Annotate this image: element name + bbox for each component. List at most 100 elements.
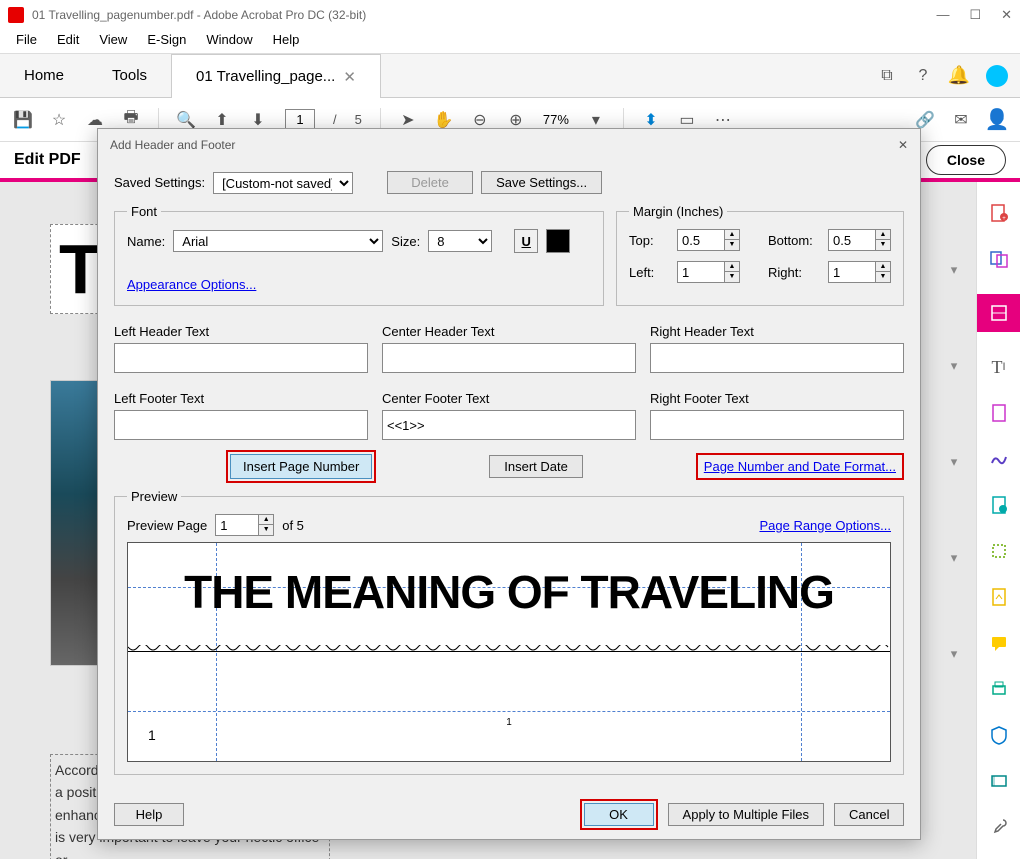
- zoom-level[interactable]: 77%: [543, 112, 569, 127]
- spin-up-icon[interactable]: ▲: [725, 262, 739, 272]
- center-header-input[interactable]: [382, 343, 636, 373]
- up-arrow-icon[interactable]: ⬆: [213, 111, 231, 129]
- right-header-input[interactable]: [650, 343, 904, 373]
- margin-bottom-input[interactable]: [828, 229, 876, 251]
- menu-help[interactable]: Help: [263, 30, 310, 53]
- delete-button[interactable]: Delete: [387, 171, 473, 194]
- user-avatar[interactable]: [986, 65, 1008, 87]
- media-icon[interactable]: [988, 770, 1010, 792]
- mail-icon[interactable]: ✉: [952, 111, 970, 129]
- help-button[interactable]: Help: [114, 803, 184, 826]
- more-tools-icon[interactable]: [988, 816, 1010, 838]
- down-arrow-icon[interactable]: ⬇: [249, 111, 267, 129]
- text-tool-icon[interactable]: TI: [988, 356, 1010, 378]
- spin-up-icon[interactable]: ▲: [876, 230, 890, 240]
- search-icon[interactable]: 🔍: [177, 111, 195, 129]
- left-header-input[interactable]: [114, 343, 368, 373]
- star-icon[interactable]: ☆: [50, 111, 68, 129]
- font-name-select[interactable]: Arial: [173, 230, 383, 252]
- font-color-button[interactable]: [546, 229, 570, 253]
- spin-up-icon[interactable]: ▲: [259, 515, 273, 525]
- zoom-out-icon[interactable]: ⊖: [471, 111, 489, 129]
- spin-up-icon[interactable]: ▲: [876, 262, 890, 272]
- preview-page-input[interactable]: [215, 514, 259, 536]
- screen-icon[interactable]: ⧉: [878, 67, 896, 85]
- insert-date-button[interactable]: Insert Date: [489, 455, 583, 478]
- menu-view[interactable]: View: [89, 30, 137, 53]
- more-icon[interactable]: ⋯: [714, 111, 732, 129]
- spin-down-icon[interactable]: ▼: [876, 240, 890, 250]
- profile-icon[interactable]: 👤: [988, 111, 1006, 129]
- minimize-icon[interactable]: —: [936, 7, 949, 23]
- sign-icon[interactable]: [988, 448, 1010, 470]
- right-header-label: Right Header Text: [650, 324, 904, 339]
- spin-down-icon[interactable]: ▼: [259, 525, 273, 535]
- spin-down-icon[interactable]: ▼: [876, 272, 890, 282]
- edit-pdf-icon[interactable]: [977, 294, 1020, 332]
- font-size-select[interactable]: 8: [428, 230, 492, 252]
- print-icon[interactable]: 🖶: [122, 111, 140, 129]
- margin-top-label: Top:: [629, 233, 669, 248]
- page-number-date-format-link[interactable]: Page Number and Date Format...: [704, 459, 896, 474]
- apply-multiple-button[interactable]: Apply to Multiple Files: [668, 803, 824, 826]
- page-total: 5: [355, 112, 362, 127]
- chevron-down-icon[interactable]: ▾: [951, 454, 958, 470]
- help-icon[interactable]: ?: [914, 67, 932, 85]
- pointer-icon[interactable]: ➤: [399, 111, 417, 129]
- maximize-icon[interactable]: ☐: [969, 7, 981, 23]
- combine-icon[interactable]: [988, 248, 1010, 270]
- save-icon[interactable]: 💾: [14, 111, 32, 129]
- chevron-down-icon[interactable]: ▾: [951, 262, 958, 278]
- close-edit-button[interactable]: Close: [926, 145, 1006, 175]
- chevron-down-icon[interactable]: ▾: [951, 646, 958, 662]
- create-pdf-icon[interactable]: +: [988, 202, 1010, 224]
- doc-image[interactable]: [50, 380, 98, 666]
- center-footer-input[interactable]: [382, 410, 636, 440]
- page-view-icon[interactable]: ▭: [678, 111, 696, 129]
- right-footer-input[interactable]: [650, 410, 904, 440]
- chevron-down-icon[interactable]: ▾: [951, 550, 958, 566]
- close-window-icon[interactable]: ✕: [1001, 7, 1012, 23]
- menu-esign[interactable]: E-Sign: [137, 30, 196, 53]
- link-icon[interactable]: 🔗: [916, 111, 934, 129]
- page-range-options-link[interactable]: Page Range Options...: [759, 518, 891, 533]
- bell-icon[interactable]: 🔔: [950, 67, 968, 85]
- menu-edit[interactable]: Edit: [47, 30, 89, 53]
- cancel-button[interactable]: Cancel: [834, 803, 904, 826]
- insert-page-number-button[interactable]: Insert Page Number: [230, 454, 372, 479]
- tab-close-icon[interactable]: ✕: [343, 68, 356, 86]
- fit-width-icon[interactable]: ⬍: [642, 111, 660, 129]
- protect-icon[interactable]: [988, 724, 1010, 746]
- appearance-options-link[interactable]: Appearance Options...: [127, 277, 256, 292]
- zoom-in-icon[interactable]: ⊕: [507, 111, 525, 129]
- tab-home[interactable]: Home: [0, 54, 88, 97]
- save-settings-button[interactable]: Save Settings...: [481, 171, 602, 194]
- share-icon[interactable]: [988, 586, 1010, 608]
- spin-down-icon[interactable]: ▼: [725, 272, 739, 282]
- organize-icon[interactable]: [988, 494, 1010, 516]
- menu-file[interactable]: File: [6, 30, 47, 53]
- print-tool-icon[interactable]: [988, 678, 1010, 700]
- margin-legend: Margin (Inches): [629, 204, 727, 219]
- tab-document[interactable]: 01 Travelling_page... ✕: [171, 54, 381, 98]
- margin-left-input[interactable]: [677, 261, 725, 283]
- cloud-icon[interactable]: ☁: [86, 111, 104, 129]
- spin-down-icon[interactable]: ▼: [725, 240, 739, 250]
- chevron-down-icon[interactable]: ▾: [951, 358, 958, 374]
- menu-window[interactable]: Window: [196, 30, 262, 53]
- hand-icon[interactable]: ✋: [435, 111, 453, 129]
- left-footer-input[interactable]: [114, 410, 368, 440]
- crop-icon[interactable]: [988, 540, 1010, 562]
- spin-up-icon[interactable]: ▲: [725, 230, 739, 240]
- chevron-down-icon[interactable]: ▾: [587, 111, 605, 129]
- tab-tools[interactable]: Tools: [88, 54, 171, 97]
- export-pdf-icon[interactable]: [988, 402, 1010, 424]
- comment-icon[interactable]: [988, 632, 1010, 654]
- underline-button[interactable]: U: [514, 229, 538, 253]
- center-footer-label: Center Footer Text: [382, 391, 636, 406]
- saved-settings-select[interactable]: [Custom-not saved]: [213, 172, 353, 194]
- dialog-close-icon[interactable]: ✕: [898, 138, 908, 152]
- margin-top-input[interactable]: [677, 229, 725, 251]
- margin-right-input[interactable]: [828, 261, 876, 283]
- ok-button[interactable]: OK: [584, 803, 654, 826]
